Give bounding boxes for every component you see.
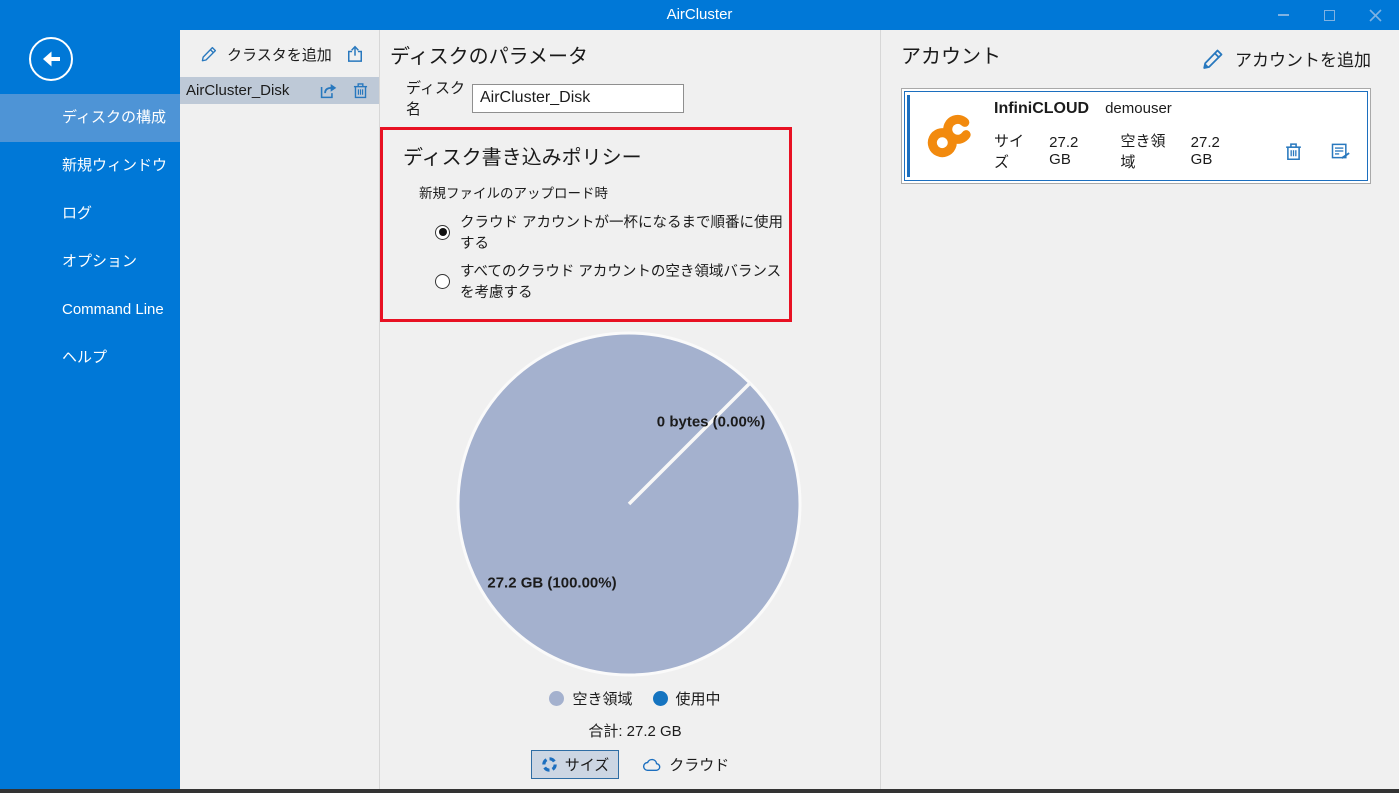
cluster-name: AirCluster_Disk: [186, 82, 305, 99]
share-icon[interactable]: [345, 44, 365, 64]
disk-name-input[interactable]: [472, 84, 684, 113]
pie-label-free: 27.2 GB (100.00%): [487, 575, 616, 592]
legend-item-used: 使用中: [653, 688, 721, 709]
account-free-value: 27.2 GB: [1191, 134, 1244, 168]
legend-label-used: 使用中: [676, 688, 721, 709]
close-button[interactable]: [1352, 0, 1398, 30]
policy-option-balanced[interactable]: すべてのクラウド アカウントの空き領域バランスを考慮する: [435, 260, 789, 302]
window-controls: [1260, 0, 1398, 30]
chart-view-switch: サイズ クラウド: [390, 750, 880, 779]
disk-parameters-title: ディスクのパラメータ: [390, 40, 880, 69]
minimize-button[interactable]: [1260, 0, 1306, 30]
edit-account-icon[interactable]: [1329, 141, 1351, 161]
add-account-button[interactable]: アカウントを追加: [1201, 46, 1371, 71]
app-window: AirCluster ディスクの構成 新規ウィンドウ ログ オプション: [0, 0, 1399, 793]
legend-dot-free-icon: [549, 691, 564, 706]
add-cluster-label: クラスタを追加: [227, 44, 336, 65]
legend-dot-used-icon: [653, 691, 668, 706]
sidebar-item-disk-config[interactable]: ディスクの構成: [0, 94, 180, 142]
account-selected-accent: [907, 95, 910, 177]
write-policy-box: ディスク書き込みポリシー 新規ファイルのアップロード時 クラウド アカウントが一…: [380, 127, 792, 322]
legend-item-free: 空き領域: [549, 688, 632, 709]
policy-option-sequential[interactable]: クラウド アカウントが一杯になるまで順番に使用する: [435, 211, 789, 253]
sidebar: ディスクの構成 新規ウィンドウ ログ オプション Command Line ヘル…: [0, 30, 180, 793]
account-size-value: 27.2 GB: [1049, 134, 1102, 168]
sidebar-item-command-line[interactable]: Command Line: [0, 286, 180, 334]
radio-selected-icon[interactable]: [435, 225, 450, 240]
view-by-size-label: サイズ: [565, 754, 610, 775]
maximize-button[interactable]: [1306, 0, 1352, 30]
accounts-title: アカウント: [901, 40, 1001, 69]
maximize-icon: [1324, 10, 1335, 21]
add-cluster-button[interactable]: クラスタを追加: [180, 40, 379, 68]
accounts-header: アカウント アカウントを追加: [901, 38, 1371, 71]
disk-parameters-panel: ディスクのパラメータ ディスク名 ディスク書き込みポリシー 新規ファイルのアップ…: [380, 30, 881, 793]
chart-total: 合計: 27.2 GB: [390, 720, 880, 741]
pie-label-used: 0 bytes (0.00%): [657, 414, 765, 431]
sidebar-item-help[interactable]: ヘルプ: [0, 334, 180, 382]
disk-usage-pie-chart: 0 bytes (0.00%) 27.2 GB (100.00%): [390, 329, 880, 679]
back-arrow-icon: [38, 46, 64, 72]
sidebar-item-log[interactable]: ログ: [0, 190, 180, 238]
accounts-panel: アカウント アカウントを追加: [881, 30, 1399, 793]
cloud-icon: [642, 756, 662, 773]
window-title: AirCluster: [0, 0, 1399, 30]
cluster-list-item[interactable]: AirCluster_Disk: [180, 77, 379, 104]
minimize-icon: [1278, 14, 1289, 16]
titlebar: AirCluster: [0, 0, 1399, 30]
trash-icon[interactable]: [352, 81, 369, 100]
add-account-label: アカウントを追加: [1235, 46, 1371, 71]
cluster-panel: クラスタを追加 AirCluster_Disk: [180, 30, 380, 793]
export-icon[interactable]: [318, 81, 339, 100]
back-button[interactable]: [29, 37, 73, 81]
sidebar-menu: ディスクの構成 新規ウィンドウ ログ オプション Command Line ヘル…: [0, 94, 180, 382]
legend-label-free: 空き領域: [572, 688, 632, 709]
close-icon: [1369, 9, 1382, 22]
donut-chart-icon: [541, 756, 558, 773]
account-card[interactable]: InfiniCLOUD demouser サイズ 27.2 GB 空き領域 27…: [901, 88, 1371, 184]
view-by-cloud-button[interactable]: クラウド: [632, 750, 739, 779]
account-size-label: サイズ: [994, 130, 1037, 172]
disk-name-label: ディスク名: [406, 77, 472, 119]
write-policy-subtitle: 新規ファイルのアップロード時: [419, 182, 789, 202]
window-bottom-border: [0, 789, 1399, 793]
account-free-label: 空き領域: [1121, 130, 1179, 172]
view-by-size-button[interactable]: サイズ: [531, 750, 620, 779]
write-policy-title: ディスク書き込みポリシー: [403, 141, 789, 170]
sidebar-item-new-window[interactable]: 新規ウィンドウ: [0, 142, 180, 190]
account-username: demouser: [1105, 100, 1172, 117]
pencil-icon: [200, 45, 218, 63]
policy-option-label: すべてのクラウド アカウントの空き領域バランスを考慮する: [460, 260, 789, 302]
chart-legend: 空き領域 使用中: [390, 688, 880, 709]
infinicloud-logo-icon: [921, 107, 979, 165]
pie-chart-svg: [454, 329, 804, 679]
pencil-icon: [1201, 47, 1225, 71]
policy-option-label: クラウド アカウントが一杯になるまで順番に使用する: [460, 211, 789, 253]
account-provider: InfiniCLOUD: [994, 100, 1089, 118]
sidebar-item-options[interactable]: オプション: [0, 238, 180, 286]
view-by-cloud-label: クラウド: [669, 754, 729, 775]
account-info: InfiniCLOUD demouser サイズ 27.2 GB 空き領域 27…: [994, 100, 1351, 172]
radio-unselected-icon[interactable]: [435, 274, 450, 289]
delete-account-icon[interactable]: [1284, 141, 1303, 162]
disk-name-row: ディスク名: [406, 77, 880, 119]
